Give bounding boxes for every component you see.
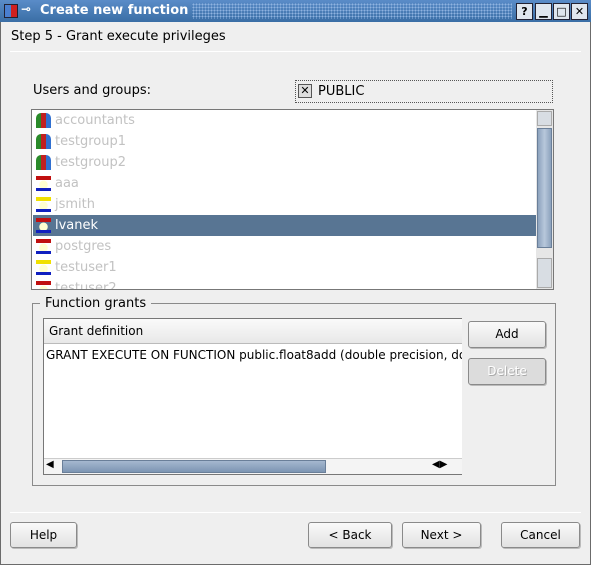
user-name: lvanek	[55, 218, 99, 233]
minimize-button[interactable]: ▁	[535, 3, 552, 20]
user-icon	[36, 260, 51, 275]
list-item[interactable]: testgroup2	[33, 152, 536, 173]
group-icon	[36, 155, 51, 170]
users-label: Users and groups:	[33, 83, 152, 98]
scroll-right-arrow-icon[interactable]: ◀▶	[432, 459, 447, 470]
back-button[interactable]: < Back	[308, 522, 392, 548]
list-item[interactable]: aaa	[33, 173, 536, 194]
title-pattern	[192, 3, 512, 19]
table-row[interactable]: GRANT EXECUTE ON FUNCTION public.float8a…	[46, 348, 462, 362]
scroll-up-button[interactable]	[537, 111, 552, 126]
user-icon	[36, 218, 51, 233]
list-item[interactable]: accountants	[33, 110, 536, 131]
list-item[interactable]: testuser2	[33, 278, 536, 290]
maximize-button[interactable]: □	[553, 3, 570, 20]
title-bar[interactable]: ⊸ Create new function ? ▁ □ ✕	[0, 0, 591, 22]
close-button[interactable]: ✕	[571, 3, 588, 20]
add-button[interactable]: Add	[468, 321, 546, 348]
list-item[interactable]: testgroup1	[33, 131, 536, 152]
user-name: jsmith	[55, 197, 95, 212]
list-item[interactable]: jsmith	[33, 194, 536, 215]
list-item[interactable]: lvanek	[33, 215, 536, 236]
list-item[interactable]: testuser1	[33, 257, 536, 278]
next-button[interactable]: Next >	[402, 522, 481, 548]
user-name: testgroup1	[55, 134, 126, 149]
horizontal-scrollbar[interactable]: ◀ ◀▶	[44, 458, 462, 474]
hscroll-thumb[interactable]	[62, 460, 326, 473]
user-icon	[36, 281, 51, 289]
checkbox-checked-icon[interactable]: ✕	[298, 84, 312, 98]
function-grants-legend: Function grants	[40, 296, 152, 311]
public-checkbox[interactable]: ✕ PUBLIC	[295, 80, 553, 103]
app-icon[interactable]	[4, 4, 18, 18]
cancel-button[interactable]: Cancel	[501, 522, 580, 548]
pin-icon[interactable]: ⊸	[21, 2, 31, 16]
user-name: testuser1	[55, 260, 117, 275]
scroll-down-button[interactable]	[537, 258, 552, 288]
users-list[interactable]: testuser2 testuser1 postgres lvanek jsmith aa…	[31, 109, 554, 290]
user-name: testuser2	[55, 281, 117, 290]
footer-separator	[10, 512, 581, 513]
vertical-scrollbar[interactable]	[536, 110, 553, 289]
public-label: PUBLIC	[318, 84, 365, 99]
help-button[interactable]: Help	[10, 522, 77, 548]
group-icon	[36, 113, 51, 128]
list-item[interactable]: postgres	[33, 236, 536, 257]
header-separator	[10, 51, 581, 52]
step-title: Step 5 - Grant execute privileges	[11, 29, 226, 44]
user-icon	[36, 197, 51, 212]
user-name: aaa	[55, 176, 79, 191]
user-name: accountants	[55, 113, 135, 128]
column-header-grant-definition[interactable]: Grant definition	[44, 319, 462, 344]
user-icon	[36, 176, 51, 191]
user-name: testgroup2	[55, 155, 126, 170]
user-icon	[36, 239, 51, 254]
grants-table[interactable]: Grant definition GRANT EXECUTE ON FUNCTI…	[43, 318, 462, 475]
user-name: postgres	[55, 239, 112, 254]
group-icon	[36, 134, 51, 149]
scroll-thumb[interactable]	[537, 128, 552, 248]
delete-button[interactable]: Delete	[468, 358, 546, 385]
help-window-button[interactable]: ?	[516, 3, 533, 20]
window-title: Create new function	[40, 3, 189, 18]
scroll-left-arrow-icon[interactable]: ◀	[46, 459, 54, 470]
